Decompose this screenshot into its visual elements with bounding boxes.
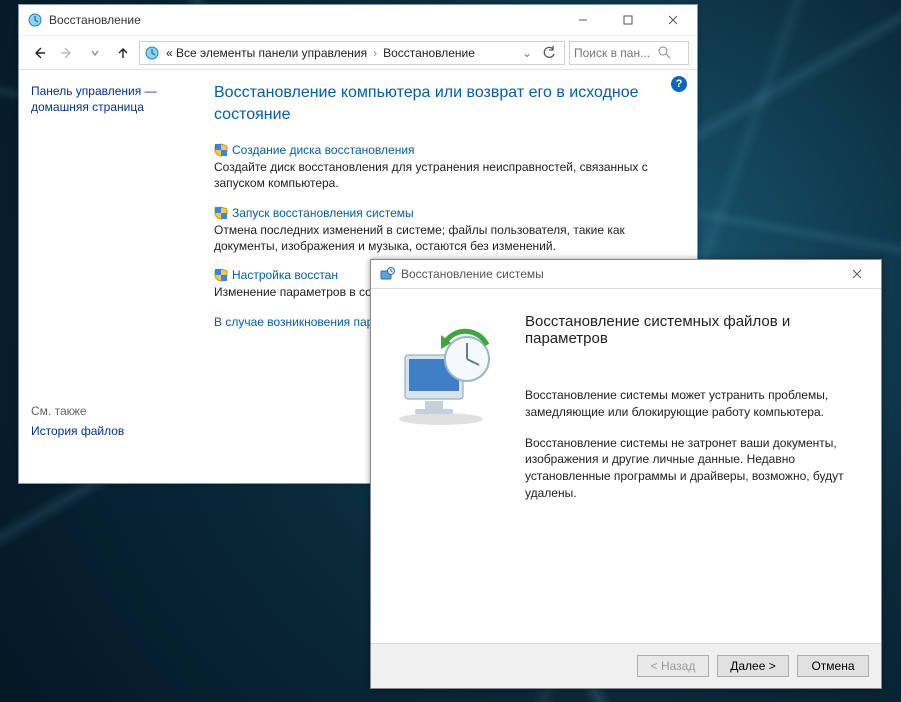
nav-up-button[interactable] — [111, 41, 135, 65]
option-link[interactable]: Настройка восстан — [232, 268, 338, 282]
restore-icon — [379, 266, 395, 282]
wiz-title: Восстановление системы — [401, 267, 834, 281]
close-button[interactable] — [650, 6, 695, 34]
wiz-heading: Восстановление системных файлов и параме… — [525, 313, 859, 347]
option-link[interactable]: Запуск восстановления системы — [232, 206, 414, 220]
option-desc: Отмена последних изменений в системе; фа… — [214, 222, 659, 254]
help-button[interactable]: ? — [671, 76, 687, 92]
option-link[interactable]: Создание диска восстановления — [232, 143, 415, 157]
wiz-illustration — [371, 289, 521, 643]
recovery-icon — [27, 12, 43, 28]
next-button[interactable]: Далее > — [717, 655, 789, 677]
address-bar[interactable]: « Все элементы панели управления › Восст… — [139, 41, 565, 65]
wiz-close-button[interactable] — [834, 260, 879, 288]
nav-recent-button[interactable] — [83, 41, 107, 65]
wiz-footer: < Назад Далее > Отмена — [371, 644, 881, 688]
cp-sidebar: Панель управления — домашняя страница См… — [19, 70, 214, 483]
nav-forward-button[interactable] — [55, 41, 79, 65]
wiz-body: Восстановление системных файлов и параме… — [371, 288, 881, 644]
search-icon — [658, 46, 671, 59]
back-button: < Назад — [637, 655, 709, 677]
breadcrumb-current[interactable]: Восстановление — [383, 46, 475, 60]
search-box[interactable] — [569, 41, 689, 65]
refresh-button[interactable] — [538, 46, 560, 60]
page-heading: Восстановление компьютера или возврат ег… — [214, 82, 644, 125]
cancel-button[interactable]: Отмена — [797, 655, 869, 677]
sidebar-home-link-a[interactable]: Панель управления — — [31, 84, 202, 98]
uac-shield-icon — [214, 268, 228, 282]
cp-title: Восстановление — [49, 13, 560, 27]
cp-navbar: « Все элементы панели управления › Восст… — [19, 35, 697, 69]
wiz-paragraph: Восстановление системы не затронет ваши … — [525, 435, 859, 502]
sidebar-home-link-b[interactable]: домашняя страница — [31, 100, 202, 114]
option-desc: Создайте диск восстановления для устране… — [214, 159, 659, 191]
uac-shield-icon — [214, 143, 228, 157]
system-restore-wizard: Восстановление системы Восстановление си… — [370, 259, 882, 689]
search-input[interactable] — [574, 46, 654, 60]
cp-titlebar[interactable]: Восстановление — [19, 5, 697, 35]
chevron-down-icon[interactable]: ⌄ — [522, 46, 532, 60]
sidebar-file-history-link[interactable]: История файлов — [31, 424, 202, 438]
wiz-content: Восстановление системных файлов и параме… — [521, 289, 881, 643]
recovery-icon — [144, 45, 160, 61]
option-create-recovery-drive: Создание диска восстановления Создайте д… — [214, 143, 659, 191]
option-system-restore: Запуск восстановления системы Отмена пос… — [214, 206, 659, 254]
wiz-titlebar[interactable]: Восстановление системы — [371, 260, 881, 288]
sidebar-see-also: См. также — [31, 404, 202, 418]
wiz-paragraph: Восстановление системы может устранить п… — [525, 387, 859, 421]
restore-illustration-icon — [391, 321, 501, 431]
breadcrumb-root[interactable]: « Все элементы панели управления — [166, 46, 367, 60]
nav-back-button[interactable] — [27, 41, 51, 65]
uac-shield-icon — [214, 206, 228, 220]
minimize-button[interactable] — [560, 6, 605, 34]
maximize-button[interactable] — [605, 6, 650, 34]
chevron-right-icon: › — [373, 46, 377, 60]
